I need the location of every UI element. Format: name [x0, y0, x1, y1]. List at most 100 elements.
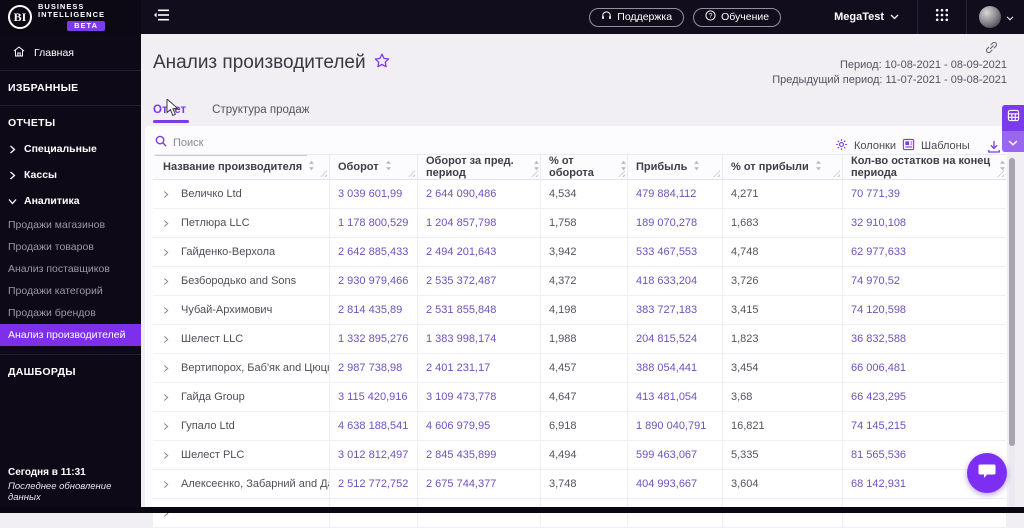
sidebar-item[interactable]: Анализ поставщиков	[0, 258, 141, 280]
profit-cell[interactable]: 404 993,667	[628, 470, 723, 498]
collapse-sidebar-button[interactable]	[152, 7, 172, 27]
prev-turnover-cell[interactable]: 2 494 201,643	[418, 238, 541, 266]
tab-sales-structure[interactable]: Структура продаж	[212, 104, 309, 123]
turnover-cell[interactable]: 1 178 800,529	[330, 209, 418, 237]
columns-button[interactable]: Колонки	[835, 138, 896, 154]
stock-cell[interactable]: 36 832,588	[843, 325, 1006, 353]
stock-cell[interactable]: 66 006,481	[843, 354, 1006, 382]
expand-row-icon[interactable]	[163, 306, 169, 315]
sidebar-item[interactable]: Продажи категорий	[0, 280, 141, 302]
prev-turnover-cell[interactable]: 2 644 090,486	[418, 180, 541, 208]
table-row[interactable]: Чубай-Архимович 2 814 435,89 2 531 855,8…	[153, 296, 1006, 325]
table-row[interactable]: Шелест LLC 1 332 895,276 1 383 998,174 1…	[153, 325, 1006, 354]
prev-turnover-cell[interactable]: 2 845 435,899	[418, 441, 541, 469]
turnover-cell[interactable]: 2 814 435,89	[330, 296, 418, 324]
prev-turnover-cell[interactable]: 1 204 857,798	[418, 209, 541, 237]
prev-turnover-cell[interactable]: 2 675 744,377	[418, 470, 541, 498]
apps-grid-button[interactable]	[918, 0, 966, 34]
column-header[interactable]: Кол-во остатков на конец периода	[843, 155, 1006, 179]
table-row[interactable]: Гайденко-Верхола 2 642 885,433 2 494 201…	[153, 238, 1006, 267]
turnover-cell[interactable]: 2 642 885,433	[330, 238, 418, 266]
column-header[interactable]: % от прибыли	[723, 155, 843, 179]
sidebar-item[interactable]: Продажи магазинов	[0, 214, 141, 236]
column-header[interactable]: Оборот за пред. период	[418, 155, 541, 179]
expand-row-icon[interactable]	[163, 451, 169, 460]
table-row[interactable]: Алексеєнко, Забарний and Дараган 2 512 7…	[153, 470, 1006, 499]
expand-row-icon[interactable]	[163, 248, 169, 257]
sidebar-tree-group[interactable]: Аналитика	[0, 188, 141, 214]
turnover-cell[interactable]: 2 987 738,98	[330, 354, 418, 382]
profit-cell[interactable]: 418 633,204	[628, 267, 723, 295]
profit-cell[interactable]: 383 727,183	[628, 296, 723, 324]
expand-row-icon[interactable]	[163, 277, 169, 286]
turnover-cell[interactable]: 2 512 772,752	[330, 470, 418, 498]
sidebar-section-dashboards[interactable]: ДАШБОРДЫ	[0, 359, 141, 385]
turnover-cell[interactable]: 3 012 812,497	[330, 441, 418, 469]
user-menu[interactable]	[967, 6, 1024, 28]
table-row[interactable]: Гайда Group 3 115 420,916 3 109 473,778 …	[153, 383, 1006, 412]
expand-row-icon[interactable]	[163, 364, 169, 373]
vertical-scrollbar[interactable]	[1009, 156, 1015, 507]
column-header[interactable]: Название производителя	[153, 155, 330, 179]
table-row[interactable]	[153, 499, 1006, 528]
turnover-cell[interactable]: 1 332 895,276	[330, 325, 418, 353]
expand-row-icon[interactable]	[163, 190, 169, 199]
column-header[interactable]: % от оборота	[541, 155, 628, 179]
profit-cell[interactable]: 413 481,054	[628, 383, 723, 411]
table-row[interactable]: Величко Ltd 3 039 601,99 2 644 090,486 4…	[153, 180, 1006, 209]
profit-cell[interactable]: 1 890 040,791	[628, 412, 723, 440]
turnover-cell[interactable]: 2 930 979,466	[330, 267, 418, 295]
column-header[interactable]: Оборот	[330, 155, 418, 179]
stock-cell[interactable]: 62 977,633	[843, 238, 1006, 266]
expand-row-icon[interactable]	[163, 335, 169, 344]
sort-icon[interactable]	[385, 160, 392, 174]
stock-cell[interactable]: 70 771,39	[843, 180, 1006, 208]
turnover-cell[interactable]	[330, 499, 418, 527]
turnover-cell[interactable]: 4 638 188,541	[330, 412, 418, 440]
prev-turnover-cell[interactable]: 4 606 979,95	[418, 412, 541, 440]
prev-turnover-cell[interactable]: 1 383 998,174	[418, 325, 541, 353]
stock-cell[interactable]: 74 145,215	[843, 412, 1006, 440]
training-button[interactable]: ? Обучение	[693, 7, 782, 27]
profit-cell[interactable]	[628, 499, 723, 527]
expand-row-icon[interactable]	[163, 480, 169, 489]
favorite-star-icon[interactable]	[374, 52, 390, 74]
turnover-cell[interactable]: 3 115 420,916	[330, 383, 418, 411]
sort-icon[interactable]	[620, 160, 627, 174]
search-input[interactable]	[173, 137, 298, 149]
table-row[interactable]: Петлюра LLC 1 178 800,529 1 204 857,798 …	[153, 209, 1006, 238]
sort-icon[interactable]	[815, 160, 822, 174]
prev-turnover-cell[interactable]: 2 531 855,848	[418, 296, 541, 324]
stock-cell[interactable]: 74 120,598	[843, 296, 1006, 324]
prev-turnover-cell[interactable]: 2 401 231,17	[418, 354, 541, 382]
sort-icon[interactable]	[533, 160, 540, 174]
scrollbar-thumb[interactable]	[1009, 158, 1015, 446]
table-row[interactable]: Шелест PLC 3 012 812,497 2 845 435,899 4…	[153, 441, 1006, 470]
stock-cell[interactable]: 74 970,52	[843, 267, 1006, 295]
sort-icon[interactable]	[308, 160, 315, 174]
expand-row-icon[interactable]	[163, 422, 169, 431]
stock-cell[interactable]	[843, 499, 1006, 527]
sidebar-item[interactable]: Продажи товаров	[0, 236, 141, 258]
expand-row-icon[interactable]	[163, 393, 169, 402]
profit-cell[interactable]: 204 815,524	[628, 325, 723, 353]
templates-button[interactable]: Шаблоны	[902, 138, 970, 154]
sidebar-section-reports[interactable]: ОТЧЕТЫ	[0, 110, 141, 136]
sidebar-item-home[interactable]: Главная	[0, 40, 141, 66]
prev-turnover-cell[interactable]: 3 109 473,778	[418, 383, 541, 411]
profit-cell[interactable]: 599 463,067	[628, 441, 723, 469]
pivot-panel-button[interactable]	[1002, 105, 1024, 131]
prev-turnover-cell[interactable]: 2 535 372,487	[418, 267, 541, 295]
app-logo[interactable]: BI BUSINESS INTELLIGENCE BETA	[0, 0, 141, 34]
profit-cell[interactable]: 388 054,441	[628, 354, 723, 382]
profit-cell[interactable]: 479 884,112	[628, 180, 723, 208]
sidebar-section-favorites[interactable]: ИЗБРАННЫЕ	[0, 75, 141, 101]
table-row[interactable]: Безбородько and Sons 2 930 979,466 2 535…	[153, 267, 1006, 296]
flyout-collapse-button[interactable]	[1002, 131, 1024, 152]
sidebar-item[interactable]: Продажи брендов	[0, 302, 141, 324]
tab-report[interactable]: Отчет	[153, 104, 190, 123]
avatar[interactable]	[979, 6, 1001, 28]
table-row[interactable]: Вертипорох, Баб'як and Цюцюра 2 987 738,…	[153, 354, 1006, 383]
table-row[interactable]: Гупало Ltd 4 638 188,541 4 606 979,95 6,…	[153, 412, 1006, 441]
prev-turnover-cell[interactable]	[418, 499, 541, 527]
